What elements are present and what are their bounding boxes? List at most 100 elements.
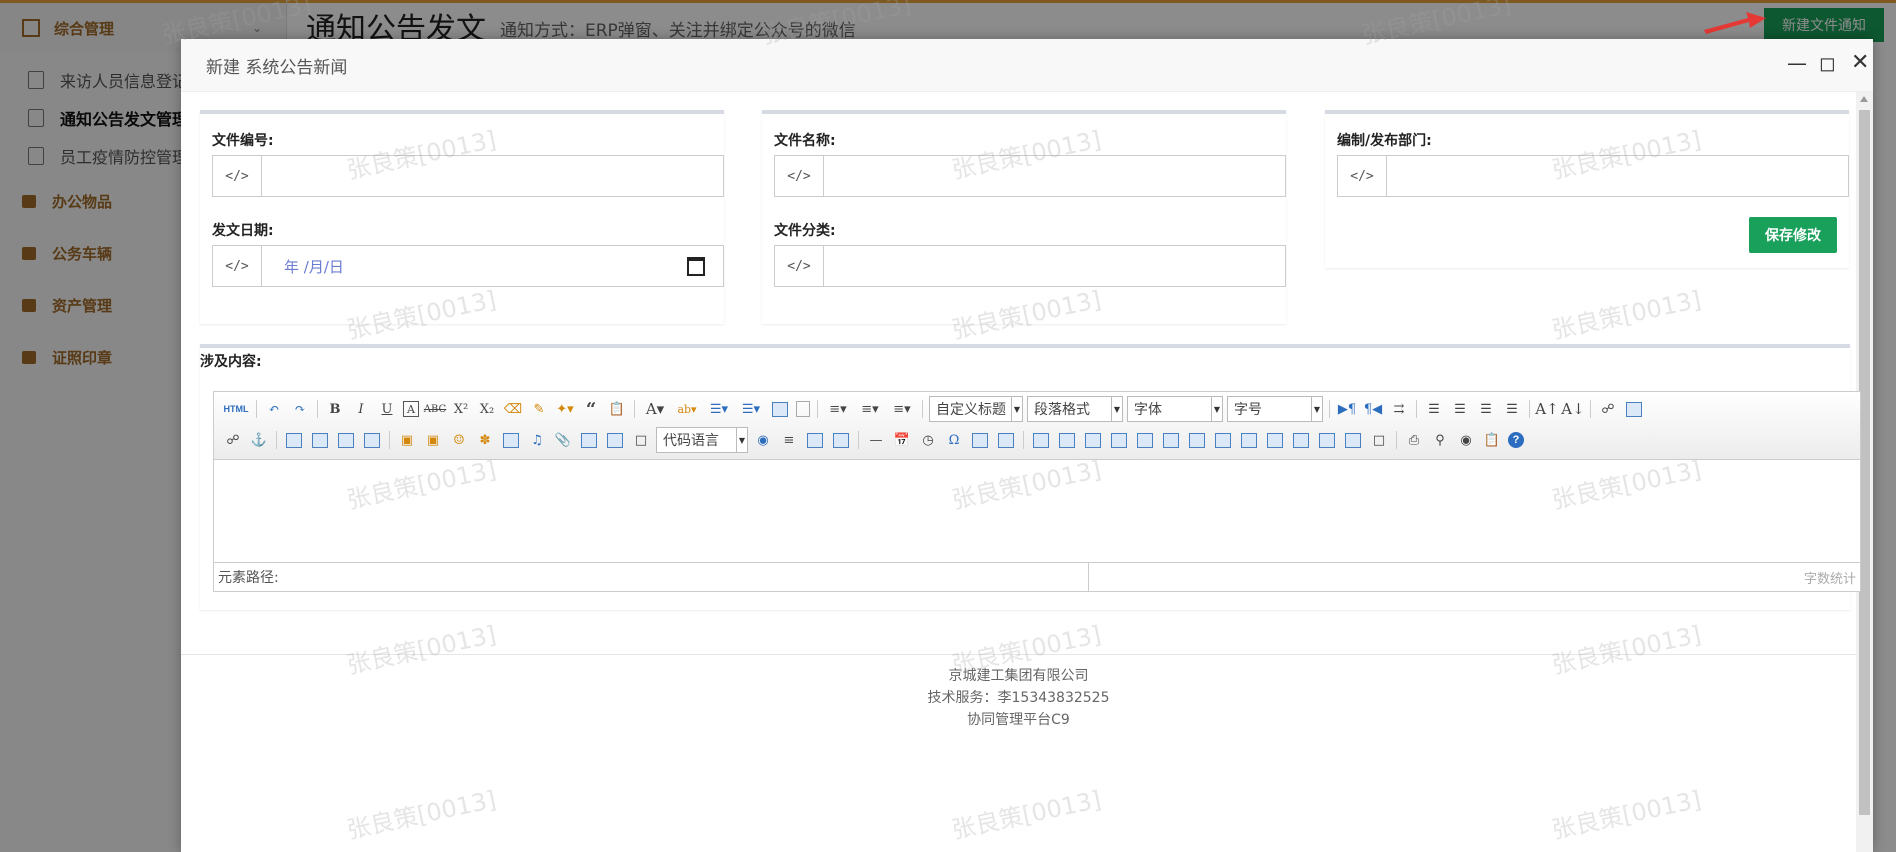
clear-doc-icon[interactable]: [796, 401, 810, 417]
subscript-icon[interactable]: X₂: [477, 400, 497, 418]
undo-icon[interactable]: ↶: [264, 400, 284, 418]
template-icon[interactable]: [807, 432, 823, 448]
special-chars-icon[interactable]: Ω: [944, 431, 964, 449]
editor-content-area[interactable]: [214, 460, 1860, 560]
pagebreak-icon[interactable]: ≡: [779, 431, 799, 449]
paste-text-icon[interactable]: 📋: [607, 400, 627, 418]
google-map-icon[interactable]: [607, 432, 623, 448]
date-input[interactable]: 年 /月/日: [262, 246, 687, 286]
image-right-icon[interactable]: [338, 432, 354, 448]
modal-title: 新建 系统公告新闻: [206, 57, 348, 78]
italic-icon[interactable]: I: [351, 400, 371, 418]
strikethrough-icon[interactable]: ABC: [424, 400, 446, 418]
paragraph-format-select[interactable]: 段落格式 ▼: [1027, 396, 1123, 422]
rtl-icon[interactable]: ¶◀: [1363, 400, 1383, 418]
insert-col-icon[interactable]: [1163, 432, 1179, 448]
ltr-icon[interactable]: ▶¶: [1337, 400, 1357, 418]
wordimage-icon[interactable]: [972, 432, 988, 448]
indent-icon[interactable]: ⇉: [1389, 400, 1409, 418]
insert-image-icon[interactable]: ▣: [423, 431, 443, 449]
blockquote-icon[interactable]: “: [581, 399, 601, 420]
uppercase-icon[interactable]: A↑: [1535, 400, 1558, 418]
row-spacing-top-icon[interactable]: ≡▾: [825, 400, 851, 418]
map-icon[interactable]: [581, 432, 597, 448]
doc-no-input[interactable]: [262, 156, 723, 196]
bold-icon[interactable]: B: [325, 400, 345, 418]
calendar-icon[interactable]: [687, 256, 705, 276]
help-icon[interactable]: ?: [1508, 432, 1524, 448]
maximize-icon[interactable]: ◻: [1819, 53, 1836, 73]
html-source-button[interactable]: HTML: [223, 400, 249, 418]
font-color-icon[interactable]: A▾: [642, 400, 668, 418]
split-to-rows-icon[interactable]: [1319, 432, 1335, 448]
background-color-icon[interactable]: ab▾: [674, 400, 700, 418]
web-icon[interactable]: ◉: [753, 431, 773, 449]
scrawl-icon[interactable]: ✽: [475, 431, 495, 449]
minimize-icon[interactable]: —: [1787, 53, 1807, 73]
align-left-icon[interactable]: ☰: [1424, 400, 1444, 418]
image-left-icon[interactable]: [312, 432, 328, 448]
split-to-cells-icon[interactable]: [1293, 432, 1309, 448]
anchor-icon[interactable]: ⚓: [249, 431, 269, 449]
link-icon[interactable]: ☍: [1598, 400, 1618, 418]
save-button[interactable]: 保存修改: [1749, 217, 1837, 253]
insert-video-icon[interactable]: [503, 432, 519, 448]
horizontal-rule-icon[interactable]: —: [866, 431, 886, 449]
auto-format-icon[interactable]: ✦▾: [555, 400, 575, 418]
row-spacing-bottom-icon[interactable]: ≡▾: [857, 400, 883, 418]
unordered-list-icon[interactable]: ☰▾: [738, 400, 764, 418]
delete-table-icon[interactable]: [1059, 432, 1075, 448]
preview-icon[interactable]: [1626, 401, 1642, 417]
time-icon[interactable]: ◷: [918, 431, 938, 449]
music-icon[interactable]: ♫: [527, 431, 547, 449]
align-right-icon[interactable]: ☰: [1476, 400, 1496, 418]
find-replace-icon[interactable]: ◉: [1456, 431, 1476, 449]
print-icon[interactable]: ⎙: [1404, 431, 1424, 449]
fullscreen-icon[interactable]: [772, 401, 788, 417]
align-justify-icon[interactable]: ☰: [1502, 400, 1522, 418]
line-height-icon[interactable]: ≡▾: [889, 400, 915, 418]
ordered-list-icon[interactable]: ☰▾: [706, 400, 732, 418]
toolbar-separator: [1023, 431, 1024, 449]
code-language-select[interactable]: 代码语言 ▼: [656, 427, 748, 453]
insert-paragraph-before-table-icon[interactable]: [1085, 432, 1101, 448]
background-icon[interactable]: [833, 432, 849, 448]
insert-frame-icon[interactable]: □: [631, 431, 651, 449]
custom-heading-select[interactable]: 自定义标题 ▼: [929, 396, 1023, 422]
merge-right-icon[interactable]: [1241, 432, 1257, 448]
search-icon[interactable]: ⚲: [1430, 431, 1450, 449]
eraser-icon[interactable]: ⌫: [503, 400, 523, 418]
split-to-cols-icon[interactable]: [1345, 432, 1361, 448]
image-none-icon[interactable]: [286, 432, 302, 448]
align-center-icon[interactable]: ☰: [1450, 400, 1470, 418]
dept-input[interactable]: [1387, 156, 1848, 196]
merge-down-icon[interactable]: [1267, 432, 1283, 448]
doc-name-input[interactable]: [824, 156, 1285, 196]
emotion-icon[interactable]: ☺: [449, 431, 469, 449]
format-brush-icon[interactable]: ✎: [529, 400, 549, 418]
underline-icon[interactable]: U: [377, 400, 397, 418]
category-input[interactable]: [824, 246, 1285, 286]
insert-table-icon[interactable]: [1033, 432, 1049, 448]
attachment-icon[interactable]: 📎: [553, 431, 573, 449]
lowercase-icon[interactable]: A↓: [1561, 400, 1584, 418]
unlink-icon[interactable]: ☍: [223, 431, 243, 449]
merge-cells-icon[interactable]: [1215, 432, 1231, 448]
delete-row-icon[interactable]: [1137, 432, 1153, 448]
scroll-up-icon[interactable]: [1860, 96, 1868, 102]
chart-icon[interactable]: □: [1369, 431, 1389, 449]
font-size-select[interactable]: 字号 ▼: [1227, 396, 1323, 422]
word-icon[interactable]: [998, 432, 1014, 448]
image-center-icon[interactable]: [364, 432, 380, 448]
close-icon[interactable]: ✕: [1851, 52, 1869, 74]
insert-row-icon[interactable]: [1111, 432, 1127, 448]
simple-upload-icon[interactable]: ▣: [397, 431, 417, 449]
font-family-select[interactable]: 字体 ▼: [1127, 396, 1223, 422]
font-border-icon[interactable]: A: [403, 401, 419, 417]
redo-icon[interactable]: ↷: [290, 400, 310, 418]
delete-col-icon[interactable]: [1189, 432, 1205, 448]
superscript-icon[interactable]: X²: [451, 400, 471, 418]
editor-footer: 元素路径: 字数统计: [214, 562, 1860, 591]
date-icon[interactable]: 📅: [892, 431, 912, 449]
draft-icon[interactable]: 📋: [1482, 431, 1502, 449]
